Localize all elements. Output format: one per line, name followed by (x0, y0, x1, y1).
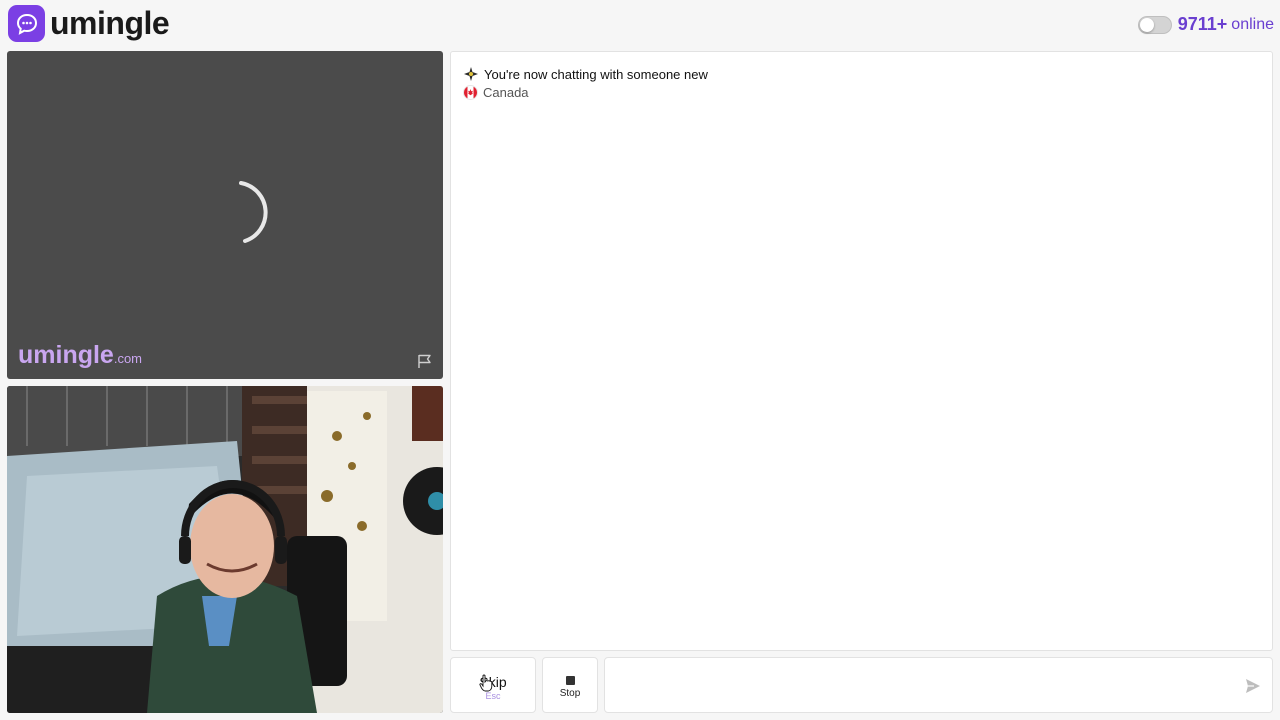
online-label: online (1231, 15, 1274, 33)
online-count: 9711+ (1177, 14, 1228, 34)
system-message-text: You're now chatting with someone new (484, 66, 708, 82)
logo-text: umingle (50, 5, 170, 41)
self-video (7, 386, 443, 713)
hand-cursor-icon (479, 674, 493, 692)
flag-icon (418, 354, 431, 368)
watermark-main: umingle (18, 341, 114, 369)
remote-video: umingle.com (7, 51, 443, 379)
stop-label: Stop (559, 688, 581, 699)
theme-toggle[interactable] (1137, 15, 1172, 34)
toggle-knob (1139, 17, 1154, 32)
logo[interactable]: umingle (8, 5, 170, 42)
chat-panel: You're now chatting with someone new Can… (450, 51, 1273, 651)
skip-shortcut-hint: Esc (485, 691, 501, 701)
chat-bubble-icon (8, 5, 45, 42)
skip-label: Skip (479, 674, 507, 690)
message-composer (604, 657, 1273, 713)
send-icon[interactable] (1244, 677, 1262, 695)
stop-button[interactable]: Stop (542, 657, 598, 713)
top-bar: umingle 9711+ online (0, 0, 1280, 50)
message-input[interactable] (615, 668, 1225, 702)
sparkle-icon (464, 67, 478, 81)
stop-icon (565, 676, 575, 685)
system-message: You're now chatting with someone new (463, 66, 708, 82)
webcam-feed (7, 386, 443, 713)
watermark-suffix: .com (113, 351, 143, 366)
loading-spinner-icon (239, 181, 268, 243)
canada-flag-icon (463, 85, 478, 100)
report-button[interactable] (415, 351, 435, 371)
skip-button[interactable]: Skip Esc (450, 657, 536, 713)
country-name: Canada (483, 85, 529, 100)
watermark: umingle.com (18, 341, 142, 370)
online-status: 9711+ online (1137, 14, 1274, 35)
partner-country: Canada (463, 85, 529, 100)
